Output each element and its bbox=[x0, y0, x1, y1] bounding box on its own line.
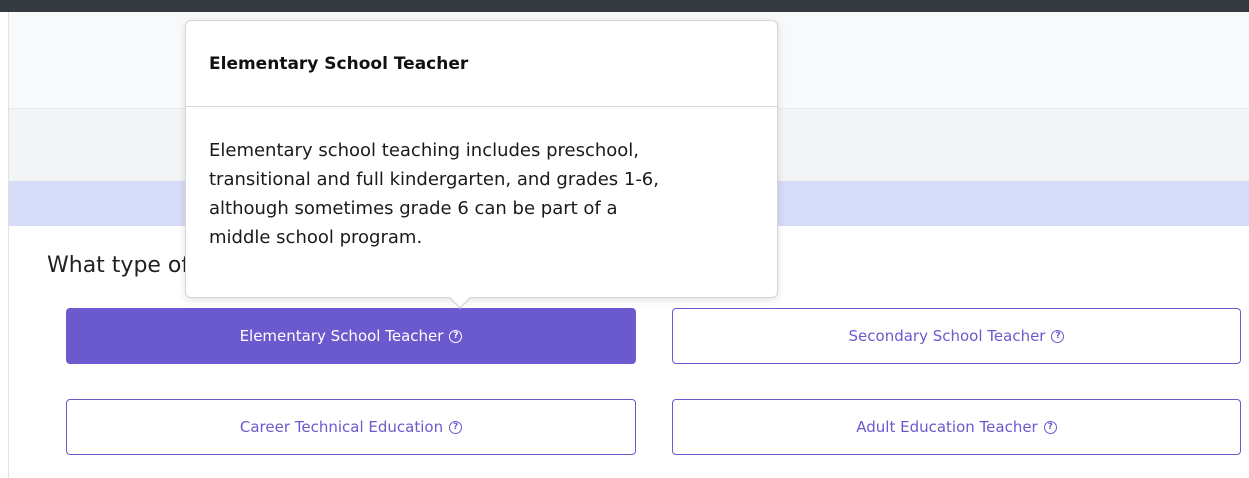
question-circle-icon[interactable]: ? bbox=[449, 420, 463, 434]
popover-arrow bbox=[448, 296, 472, 309]
option-label: Adult Education Teacher bbox=[856, 418, 1038, 436]
option-adult-education-teacher[interactable]: Adult Education Teacher ? bbox=[672, 399, 1241, 455]
option-secondary-school-teacher[interactable]: Secondary School Teacher ? bbox=[672, 308, 1241, 364]
option-elementary-school-teacher[interactable]: Elementary School Teacher ? bbox=[66, 308, 636, 364]
popover-body-line: although sometimes grade 6 can be part o… bbox=[209, 198, 618, 219]
option-career-technical-education[interactable]: Career Technical Education ? bbox=[66, 399, 636, 455]
help-popover: Elementary School Teacher Elementary sch… bbox=[185, 20, 778, 309]
popover-body-line: transitional and full kindergarten, and … bbox=[209, 169, 659, 190]
question-circle-icon[interactable]: ? bbox=[1043, 420, 1057, 434]
top-bar bbox=[0, 0, 1249, 12]
popover-title: Elementary School Teacher bbox=[186, 21, 777, 107]
option-label: Career Technical Education bbox=[239, 418, 444, 436]
popover-body-line: Elementary school teaching includes pres… bbox=[209, 140, 640, 161]
popover-body: Elementary school teaching includes pres… bbox=[186, 107, 777, 252]
question-circle-icon[interactable]: ? bbox=[449, 329, 463, 343]
option-label: Secondary School Teacher bbox=[848, 327, 1046, 345]
option-label: Elementary School Teacher bbox=[239, 327, 444, 345]
popover-body-line: middle school program. bbox=[209, 227, 423, 248]
question-circle-icon[interactable]: ? bbox=[1051, 329, 1065, 343]
